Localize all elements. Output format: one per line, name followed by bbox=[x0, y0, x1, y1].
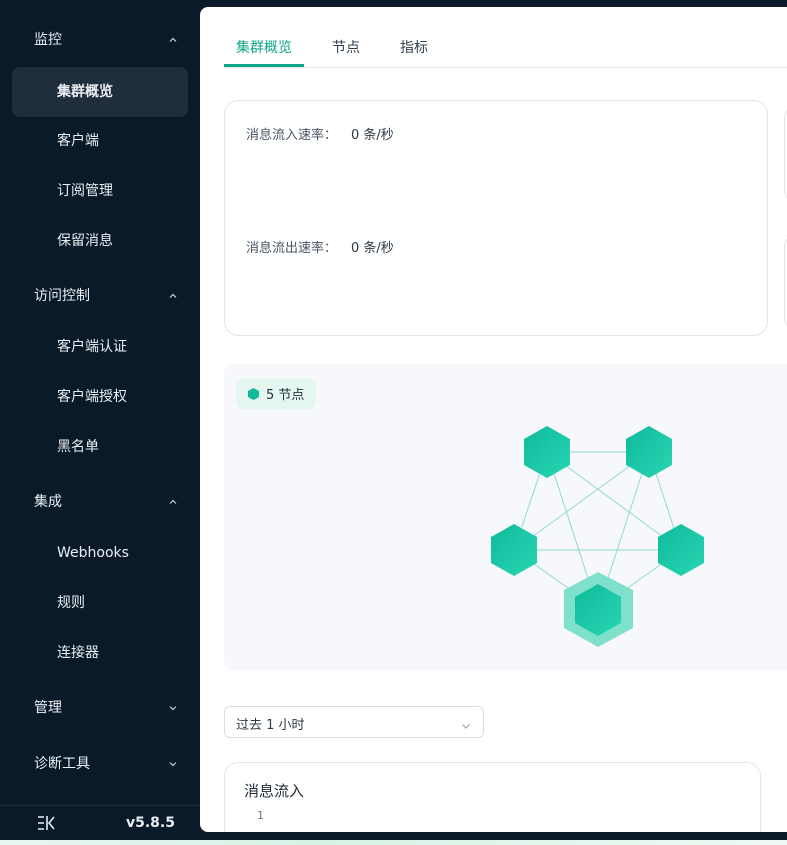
sidebar-group-integration[interactable]: 集成 bbox=[34, 491, 62, 511]
node-hexagon bbox=[524, 426, 570, 478]
chart-title: 消息流入 bbox=[244, 782, 305, 800]
chevron-down-icon[interactable] bbox=[167, 758, 179, 770]
sidebar-group-monitor[interactable]: 监控 bbox=[34, 29, 62, 49]
main-content: 集群概览 节点 指标 消息流入速率： 0 条/秒 消息流出速率： 0 条/秒 5… bbox=[200, 7, 787, 832]
node-hexagon bbox=[658, 524, 704, 576]
chevron-down-icon[interactable] bbox=[167, 702, 179, 714]
sidebar-item-subscriptions[interactable]: 订阅管理 bbox=[12, 166, 188, 216]
sidebar-item-connectors[interactable]: 连接器 bbox=[12, 628, 188, 678]
chevron-up-icon[interactable] bbox=[167, 34, 179, 46]
chevron-down-icon bbox=[460, 717, 472, 729]
rate-out-value: 0 条/秒 bbox=[351, 241, 394, 256]
version-label: v5.8.5 bbox=[126, 815, 175, 831]
node-count-badge: 5 节点 bbox=[236, 378, 317, 409]
sidebar-item-blacklist[interactable]: 黑名单 bbox=[12, 422, 188, 472]
chevron-up-icon[interactable] bbox=[167, 496, 179, 508]
chart-y-tick: 1 bbox=[257, 809, 264, 822]
sidebar-footer: v5.8.5 bbox=[0, 805, 200, 841]
rate-in-value: 0 条/秒 bbox=[351, 128, 394, 143]
node-hexagon bbox=[626, 426, 672, 478]
node-hexagon bbox=[491, 524, 537, 576]
tab-bar: 集群概览 节点 指标 bbox=[224, 7, 787, 68]
topology-diagram bbox=[491, 426, 704, 647]
sidebar-item-retained[interactable]: 保留消息 bbox=[12, 216, 188, 266]
sidebar-item-authentication[interactable]: 客户端认证 bbox=[12, 322, 188, 372]
time-range-select[interactable]: 过去 1 小时 bbox=[224, 706, 484, 738]
sidebar-item-rules[interactable]: 规则 bbox=[12, 578, 188, 628]
message-in-chart-card: 消息流入 1 bbox=[224, 762, 761, 832]
sidebar-group-access-control[interactable]: 访问控制 bbox=[34, 285, 90, 305]
sidebar-item-authorization[interactable]: 客户端授权 bbox=[12, 372, 188, 422]
tab-nodes[interactable]: 节点 bbox=[332, 37, 360, 57]
hexagon-icon bbox=[248, 387, 259, 400]
sidebar-group-diagnostics[interactable]: 诊断工具 bbox=[34, 753, 90, 773]
rate-out-label: 消息流出速率： bbox=[246, 241, 338, 256]
sidebar-item-webhooks[interactable]: Webhooks bbox=[12, 528, 188, 578]
message-rate-card: 消息流入速率： 0 条/秒 消息流出速率： 0 条/秒 bbox=[224, 100, 768, 336]
sidebar-item-clients[interactable]: 客户端 bbox=[12, 116, 188, 166]
chevron-up-icon[interactable] bbox=[167, 290, 179, 302]
tab-metrics[interactable]: 指标 bbox=[400, 37, 428, 57]
sidebar-item-cluster-overview[interactable]: 集群概览 bbox=[12, 67, 188, 117]
cluster-topology: 5 节点 bbox=[224, 364, 787, 670]
sidebar: 监控 集群概览 客户端 订阅管理 保留消息 访问控制 客户端认证 客户端授权 黑… bbox=[0, 0, 200, 845]
node-count-label: 5 节点 bbox=[266, 388, 305, 403]
rate-in-label: 消息流入速率： bbox=[246, 128, 338, 143]
active-tab-indicator bbox=[224, 64, 304, 67]
sidebar-group-management[interactable]: 管理 bbox=[34, 697, 62, 717]
bottom-strip bbox=[0, 840, 787, 845]
collapse-sidebar-icon[interactable] bbox=[36, 814, 56, 832]
rate-in-row: 消息流入速率： 0 条/秒 bbox=[246, 124, 394, 143]
tab-cluster-overview[interactable]: 集群概览 bbox=[236, 37, 292, 57]
time-range-value: 过去 1 小时 bbox=[236, 718, 305, 733]
rate-out-row: 消息流出速率： 0 条/秒 bbox=[246, 237, 394, 256]
